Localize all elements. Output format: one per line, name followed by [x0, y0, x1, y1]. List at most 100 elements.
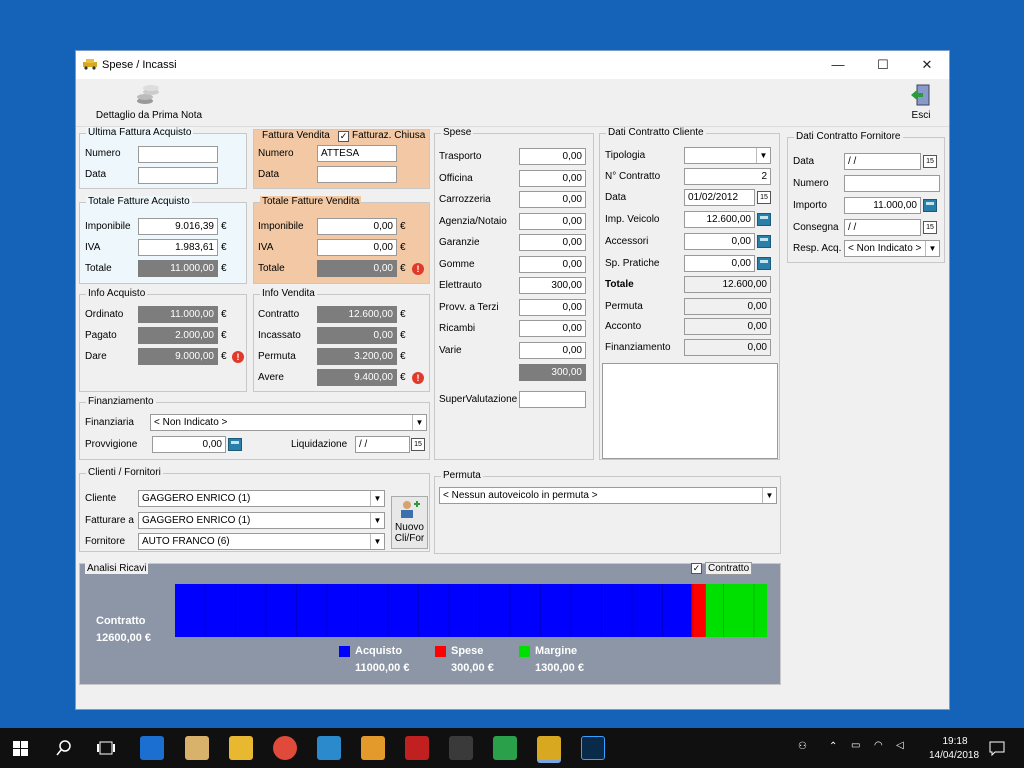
warning-icon: !: [412, 372, 424, 384]
permuta-select[interactable]: < Nessun autoveicolo in permuta > ▼: [439, 487, 777, 504]
cliente-value: GAGGERO ENRICO (1): [142, 493, 251, 504]
finanziaria-select[interactable]: < Non Indicato > ▼: [150, 414, 427, 431]
data-fornitore-field[interactable]: / /: [844, 153, 921, 170]
data-vendita-field[interactable]: [317, 166, 397, 183]
spese-field[interactable]: 0,00: [519, 191, 586, 208]
volume-icon[interactable]: ◁: [896, 740, 904, 751]
clock-date[interactable]: 14/04/2018: [922, 750, 986, 761]
contratto-checkbox[interactable]: ✓: [691, 563, 702, 574]
colored-app-icon[interactable]: [493, 736, 517, 760]
minimize-button[interactable]: —: [816, 51, 860, 79]
incassato-field: 0,00: [317, 327, 397, 344]
data-label: Data: [605, 192, 627, 203]
permuta-field: 3.200,00: [317, 348, 397, 365]
tipologia-select[interactable]: ▼: [684, 147, 771, 164]
n-contratto-field[interactable]: 2: [684, 168, 771, 185]
bar-segment-margine: [705, 584, 767, 637]
detail-prima-nota-button[interactable]: Dettaglio da Prima Nota: [94, 83, 204, 121]
spese-field[interactable]: 0,00: [519, 341, 586, 359]
euro-symbol: €: [221, 351, 227, 362]
liquidazione-field[interactable]: / /: [355, 436, 410, 453]
spese-label: Trasporto: [439, 151, 482, 162]
search-icon[interactable]: [56, 740, 72, 756]
numero-fornitore-field[interactable]: [844, 175, 940, 192]
calendar-icon[interactable]: 15: [923, 155, 937, 168]
exit-button[interactable]: Esci: [901, 83, 941, 121]
clock-time[interactable]: 19:18: [930, 736, 980, 747]
info-acquisto-group: Info Acquisto Ordinato 11.000,00 € Pagat…: [79, 288, 247, 392]
spese-field[interactable]: 0,00: [519, 148, 586, 165]
battery-icon[interactable]: ▭: [851, 740, 860, 751]
spese-field[interactable]: 0,00: [519, 212, 586, 230]
imponibile-vendita-field[interactable]: 0,00: [317, 218, 397, 235]
calculator-icon[interactable]: [228, 438, 242, 451]
spese-field[interactable]: 300,00: [519, 277, 586, 294]
imp-veicolo-field[interactable]: 12.600,00: [684, 211, 755, 228]
fatturare-select[interactable]: GAGGERO ENRICO (1) ▼: [138, 512, 385, 529]
title-bar[interactable]: Spese / Incassi — ☐ ✕: [76, 51, 949, 79]
spese-field[interactable]: 0,00: [519, 320, 586, 337]
provvigione-field[interactable]: 0,00: [152, 436, 226, 453]
nuovo-cli-for-button[interactable]: Nuovo Cli/For: [391, 496, 428, 549]
edge-browser-icon[interactable]: [140, 736, 164, 760]
fornitore-select[interactable]: AUTO FRANCO (6) ▼: [138, 533, 385, 550]
media-player-icon[interactable]: [361, 736, 385, 760]
numero-acquisto-field[interactable]: [138, 146, 218, 163]
car-app-icon[interactable]: [537, 736, 561, 760]
iva-acquisto-field[interactable]: 1.983,61: [138, 239, 218, 256]
task-view-icon[interactable]: [97, 740, 115, 756]
vs-app-icon[interactable]: [317, 736, 341, 760]
n-contratto-label: N° Contratto: [605, 171, 661, 182]
importo-label: Importo: [793, 200, 827, 211]
totale-label: Totale: [85, 263, 112, 274]
legend-label: Acquisto: [355, 645, 403, 657]
consegna-field[interactable]: / /: [844, 219, 921, 236]
calculator-icon[interactable]: [757, 235, 771, 248]
analisi-ricavi-panel: Analisi Ricavi ✓ Contratto Contratto 126…: [79, 562, 781, 685]
add-user-icon: [400, 501, 420, 518]
spese-field[interactable]: 0,00: [519, 255, 586, 273]
maximize-button[interactable]: ☐: [861, 51, 905, 79]
legend-swatch: [435, 646, 446, 657]
cliente-select[interactable]: GAGGERO ENRICO (1) ▼: [138, 490, 385, 507]
notifications-icon[interactable]: [989, 740, 1005, 756]
windows-start-icon[interactable]: [13, 741, 28, 756]
wifi-icon[interactable]: ◠: [874, 740, 883, 751]
calculator-icon[interactable]: [757, 257, 771, 270]
nuovo-label: Nuovo: [395, 522, 424, 533]
sp-pratiche-field[interactable]: 0,00: [684, 255, 755, 272]
accessori-field[interactable]: 0,00: [684, 233, 755, 250]
calendar-icon[interactable]: 15: [923, 221, 937, 234]
photoshop-icon[interactable]: [581, 736, 605, 760]
file-explorer-icon[interactable]: [229, 736, 253, 760]
spese-field[interactable]: 0,00: [519, 169, 586, 187]
totale-vendita-field: 0,00: [317, 260, 397, 277]
chevron-up-icon[interactable]: ⌃: [829, 741, 837, 752]
7zip-icon[interactable]: [449, 736, 473, 760]
imponibile-acquisto-field[interactable]: 9.016,39: [138, 218, 218, 235]
supervalutazione-field[interactable]: [519, 391, 586, 408]
note-textarea[interactable]: [602, 363, 778, 459]
calculator-icon[interactable]: [757, 213, 771, 226]
resp-acq-select[interactable]: < Non Indicato > ▼: [844, 240, 940, 257]
importo-field[interactable]: 11.000,00: [844, 197, 921, 214]
filezilla-icon[interactable]: [405, 736, 429, 760]
spese-label: Varie: [439, 344, 462, 356]
spese-field[interactable]: 0,00: [519, 298, 586, 316]
spese-label: Ricambi: [439, 323, 476, 334]
numero-vendita-field[interactable]: ATTESA: [317, 145, 397, 162]
calculator-icon[interactable]: [923, 199, 937, 212]
close-button[interactable]: ✕: [905, 51, 949, 79]
printer-app-icon[interactable]: [185, 736, 209, 760]
calendar-icon[interactable]: 15: [411, 438, 425, 451]
euro-symbol: €: [221, 309, 227, 320]
legend-value: 1300,00 €: [535, 662, 584, 674]
iva-vendita-field[interactable]: 0,00: [317, 239, 397, 256]
data-contratto-field[interactable]: 01/02/2012: [684, 189, 755, 206]
calendar-icon[interactable]: 15: [757, 191, 771, 204]
people-icon[interactable]: ⚇: [798, 741, 807, 752]
data-acquisto-field[interactable]: [138, 167, 218, 184]
chrome-icon[interactable]: [273, 736, 297, 760]
fatturaz-chiusa-checkbox[interactable]: ✓: [338, 131, 349, 142]
spese-field[interactable]: 0,00: [519, 234, 586, 251]
